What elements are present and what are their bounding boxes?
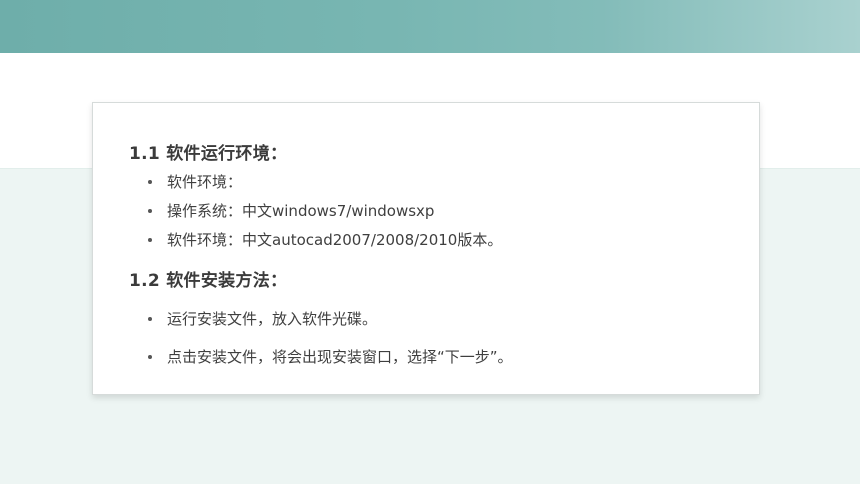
bullet-dot-icon <box>148 179 152 184</box>
slide: 1.1 软件运行环境： 软件环境： 操作系统：中文windows7/window… <box>0 0 860 484</box>
list-item-text: 软件环境：中文autocad2007/2008/2010版本。 <box>167 231 503 249</box>
bullet-dot-icon <box>148 354 152 359</box>
top-banner <box>0 0 860 53</box>
list-item: 软件环境：中文autocad2007/2008/2010版本。 <box>148 229 502 250</box>
list-item: 软件环境： <box>148 171 242 192</box>
bullet-dot-icon <box>148 208 152 213</box>
bullet-dot-icon <box>148 237 152 242</box>
section-heading-installation-method: 1.2 软件安装方法： <box>129 271 288 291</box>
list-item: 运行安装文件，放入软件光碟。 <box>148 308 377 329</box>
content-card: 1.1 软件运行环境： 软件环境： 操作系统：中文windows7/window… <box>92 102 760 395</box>
bullet-dot-icon <box>148 316 152 321</box>
list-item: 点击安装文件，将会出现安装窗口，选择“下一步”。 <box>148 346 513 367</box>
list-item: 操作系统：中文windows7/windowsxp <box>148 200 434 221</box>
list-item-text: 点击安装文件，将会出现安装窗口，选择“下一步”。 <box>167 348 513 366</box>
list-item-text: 软件环境： <box>167 173 243 191</box>
list-item-text: 运行安装文件，放入软件光碟。 <box>167 310 378 328</box>
list-item-text: 操作系统：中文windows7/windowsxp <box>167 202 435 220</box>
section-heading-runtime-environment: 1.1 软件运行环境： <box>129 144 288 164</box>
